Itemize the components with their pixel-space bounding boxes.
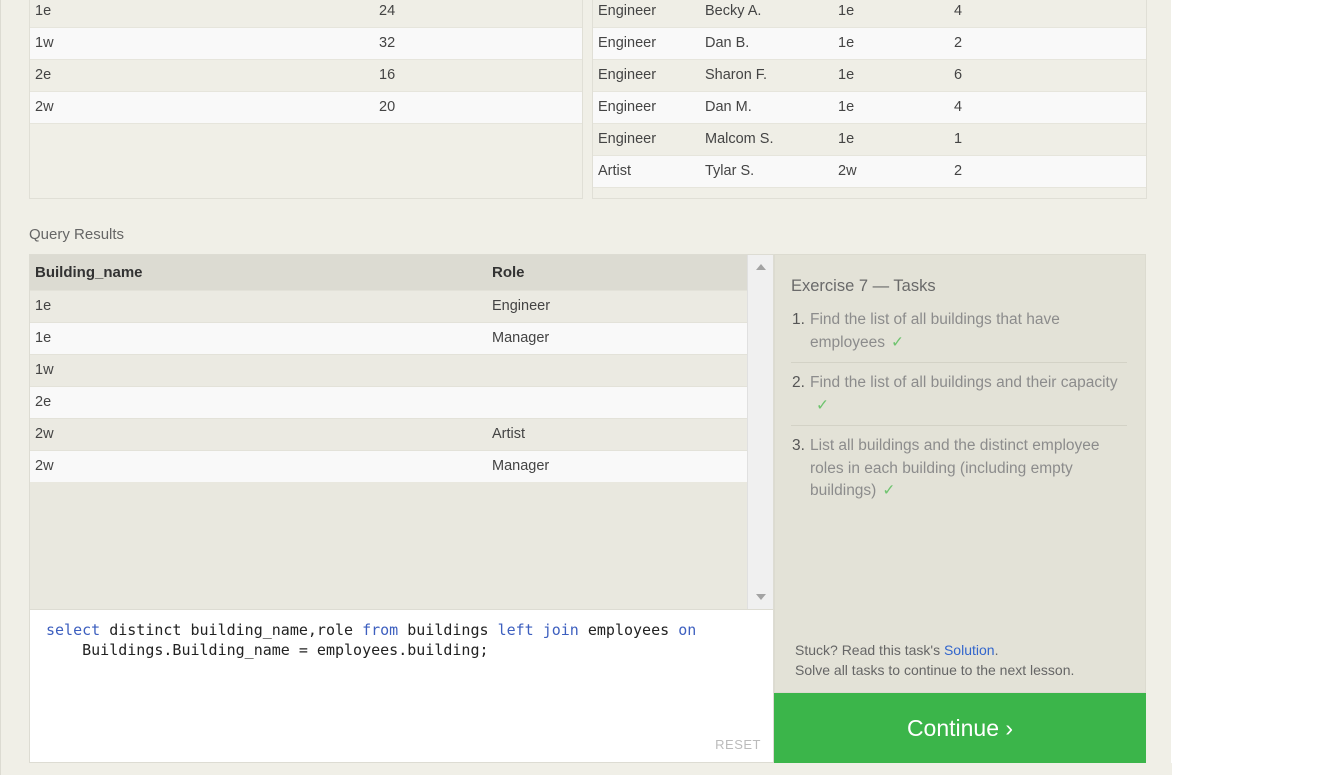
table-row: 2w 20	[30, 91, 582, 124]
table-cell: 2e	[30, 59, 374, 92]
task-number: 1.	[792, 311, 805, 328]
table-cell: 1e	[833, 123, 949, 156]
table-cell: 1e	[30, 321, 487, 354]
sql-editor[interactable]: select distinct building_name,role from …	[29, 609, 774, 763]
solve-all-text: Solve all tasks to continue to the next …	[795, 662, 1075, 678]
exercise-page: 1e 24 1w 32 2e 16 2w 20 Engineer Becky A…	[0, 0, 1172, 775]
table-cell: Becky A.	[700, 0, 833, 28]
table-cell	[487, 353, 748, 386]
table-cell: Engineer	[593, 59, 700, 92]
table-cell: Malcom S.	[700, 123, 833, 156]
table-cell: Dan M.	[700, 91, 833, 124]
task-text: List all buildings and the distinct empl…	[810, 437, 1100, 499]
table-row: 2e	[30, 385, 748, 418]
checkmark-icon: ✓	[816, 396, 829, 414]
tasks-title: Exercise 7 — Tasks	[791, 277, 936, 295]
table-row: Engineer Becky A. 1e 4	[593, 0, 1146, 28]
tasks-panel: Exercise 7 — Tasks 1. Find the list of a…	[774, 254, 1146, 693]
table-cell: 1e	[833, 91, 949, 124]
table-cell: 2	[949, 27, 1146, 60]
stuck-suffix: .	[994, 642, 999, 658]
table-cell: 1e	[30, 289, 487, 322]
checkmark-icon: ✓	[882, 482, 896, 499]
table-cell: 16	[374, 59, 582, 92]
table-cell: 2	[949, 155, 1146, 188]
results-scrollbar[interactable]	[747, 255, 773, 609]
help-text: Stuck? Read this task's Solution. Solve …	[795, 640, 1074, 680]
buildings-table: 1e 24 1w 32 2e 16 2w 20	[29, 0, 583, 199]
table-row: 1w	[30, 353, 748, 386]
table-cell: Engineer	[593, 123, 700, 156]
scroll-down-arrow-icon[interactable]	[756, 594, 766, 600]
query-results-label: Query Results	[29, 226, 125, 243]
sql-query-code[interactable]: select distinct building_name,role from …	[46, 620, 696, 660]
table-cell: Engineer	[593, 27, 700, 60]
table-row: Engineer Malcom S. 1e 1	[593, 123, 1146, 156]
table-cell: Engineer	[487, 289, 748, 322]
task-number: 2.	[792, 374, 805, 391]
table-cell: 2e	[30, 385, 487, 418]
table-cell: 1e	[833, 27, 949, 60]
table-row: Artist Tylar S. 2w 2	[593, 155, 1146, 188]
checkmark-icon: ✓	[890, 333, 904, 351]
employees-table[interactable]: Engineer Becky A. 1e 4 Engineer Dan B. 1…	[592, 0, 1147, 199]
query-results-table[interactable]: Building_name Role 1e Engineer 1e Manage…	[29, 254, 774, 610]
table-cell: 6	[949, 59, 1146, 92]
solution-link[interactable]: Solution	[944, 642, 995, 658]
table-row: Engineer Sharon F. 1e 6	[593, 59, 1146, 92]
continue-button[interactable]: Continue ›	[774, 693, 1146, 763]
table-cell: 1e	[833, 59, 949, 92]
table-cell: 1e	[833, 0, 949, 28]
task-number: 3.	[792, 437, 805, 454]
table-cell: 4	[949, 0, 1146, 28]
table-cell: Dan B.	[700, 27, 833, 60]
table-cell: Manager	[487, 449, 748, 482]
column-header-building-name: Building_name	[30, 255, 487, 290]
table-cell: Engineer	[593, 0, 700, 28]
table-cell: 1w	[30, 27, 374, 60]
table-cell: Engineer	[593, 91, 700, 124]
scroll-up-arrow-icon[interactable]	[756, 264, 766, 270]
table-row: Engineer Dan B. 1e 2	[593, 27, 1146, 60]
table-cell	[487, 385, 748, 418]
table-cell: 1w	[30, 353, 487, 386]
table-row: 2w Artist	[30, 417, 748, 450]
table-cell: 1	[949, 123, 1146, 156]
table-header-row: Building_name Role	[30, 255, 748, 290]
table-cell: 20	[374, 91, 582, 124]
stuck-prefix: Stuck? Read this task's	[795, 642, 944, 658]
column-header-role: Role	[487, 255, 748, 290]
table-cell: Tylar S.	[700, 155, 833, 188]
table-cell: 1e	[30, 0, 374, 28]
table-cell: 2w	[30, 91, 374, 124]
table-cell: Artist	[593, 155, 700, 188]
table-cell: 2w	[30, 449, 487, 482]
table-row: 2w Manager	[30, 449, 748, 482]
task-item: 2. Find the list of all buildings and th…	[791, 372, 1127, 426]
table-cell: 2w	[30, 417, 487, 450]
reset-button[interactable]: RESET	[715, 737, 761, 752]
table-row: 1w 32	[30, 27, 582, 60]
table-row: 2e 16	[30, 59, 582, 92]
task-list: 1. Find the list of all buildings that h…	[791, 309, 1127, 520]
table-cell: 32	[374, 27, 582, 60]
table-cell: Manager	[487, 321, 748, 354]
task-item: 1. Find the list of all buildings that h…	[791, 309, 1127, 363]
task-item: 3. List all buildings and the distinct e…	[791, 435, 1127, 511]
table-row: Engineer Dan M. 1e 4	[593, 91, 1146, 124]
table-row: 1e Manager	[30, 321, 748, 354]
page-bottom-edge	[1, 763, 1172, 775]
table-row: 1e 24	[30, 0, 582, 28]
table-row: 1e Engineer	[30, 289, 748, 322]
task-text: Find the list of all buildings that have…	[810, 311, 1060, 351]
task-text: Find the list of all buildings and their…	[810, 374, 1118, 391]
table-cell: 4	[949, 91, 1146, 124]
table-cell: 2w	[833, 155, 949, 188]
table-cell: Sharon F.	[700, 59, 833, 92]
table-cell: 24	[374, 0, 582, 28]
table-cell: Artist	[487, 417, 748, 450]
